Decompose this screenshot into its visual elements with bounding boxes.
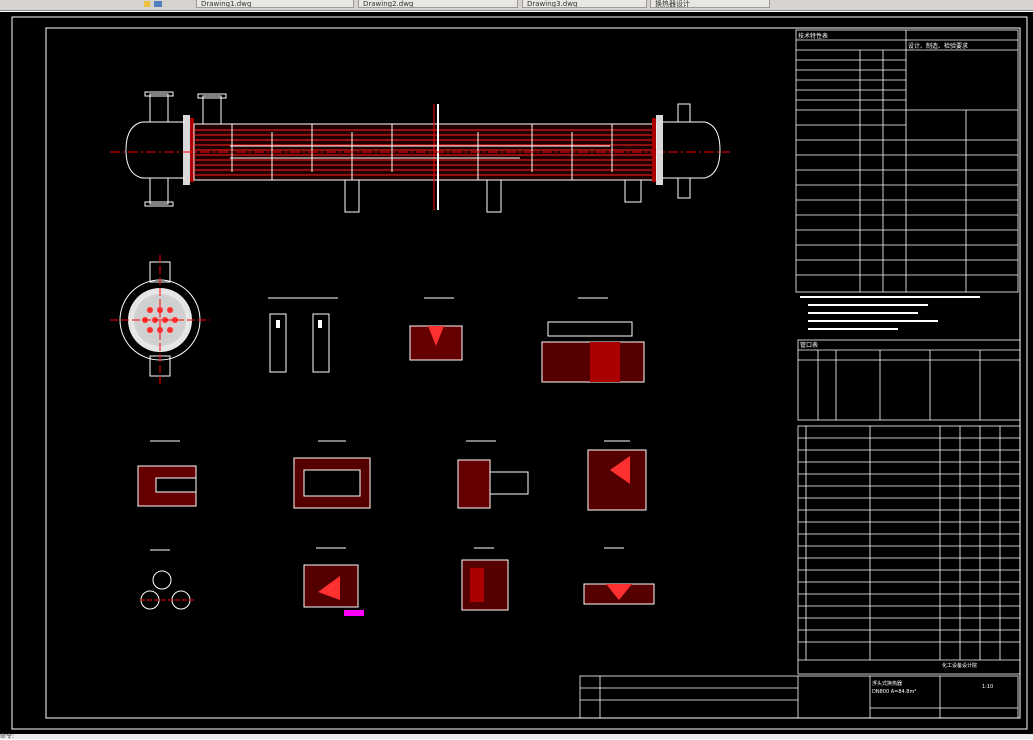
exchanger-end-view	[110, 255, 210, 385]
task-button-4[interactable]: 换热器设计	[650, 0, 770, 8]
task-button-2[interactable]: Drawing2.dwg	[358, 0, 518, 8]
tech-spec-table	[795, 29, 1019, 293]
title-block-company: 化工设备设计院	[942, 662, 977, 669]
command-line[interactable]: 命令:	[0, 734, 1033, 740]
title-block-spec: DN800 A=84.8m²	[872, 689, 916, 695]
design-notes-header: 设计、制造、检验要求	[908, 42, 968, 50]
task-button-1[interactable]: Drawing1.dwg	[196, 0, 354, 8]
task-button-3[interactable]: Drawing3.dwg	[522, 0, 647, 8]
title-block-scale: 1:10	[982, 684, 993, 690]
nozzle-table	[797, 339, 1021, 421]
parts-list-header: 管口表	[800, 341, 818, 349]
notes-block	[800, 296, 980, 330]
task-label: Drawing1.dwg	[201, 0, 252, 8]
task-label: Drawing2.dwg	[363, 0, 414, 8]
detail-row-3	[140, 547, 655, 616]
tech-table-header: 技术特性表	[798, 32, 828, 40]
app-icon[interactable]	[143, 0, 162, 8]
title-block-name: 浮头式换热器	[872, 680, 902, 687]
title-block	[579, 675, 1019, 719]
taskbar: Drawing1.dwg Drawing2.dwg Drawing3.dwg 换…	[0, 0, 1033, 11]
detail-row-1	[268, 297, 645, 383]
task-label: 换热器设计	[655, 0, 690, 8]
cad-drawing: 技术特性表 设计、制造、检验要求 管口表 化工设备设计院 浮头式换热器 DN80…	[11, 16, 1028, 730]
drawing-canvas[interactable]: 技术特性表 设计、制造、检验要求 管口表 化工设备设计院 浮头式换热器 DN80…	[0, 12, 1033, 734]
exchanger-main-view	[110, 91, 730, 213]
detail-row-2	[137, 440, 647, 511]
parts-list-table	[797, 425, 1021, 675]
task-label: Drawing3.dwg	[527, 0, 578, 8]
